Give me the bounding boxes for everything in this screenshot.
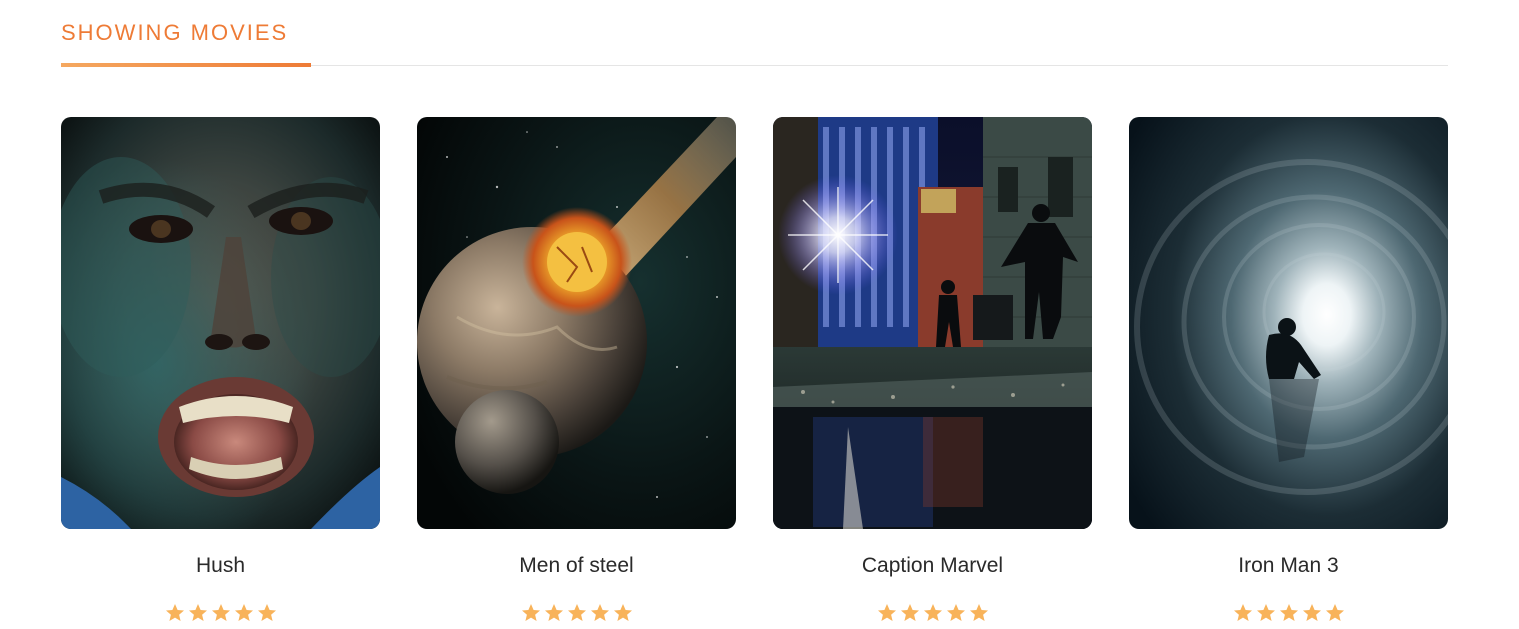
star-icon <box>613 603 633 623</box>
movie-title[interactable]: Iron Man 3 <box>1129 553 1448 579</box>
movie-poster-iron-man-3[interactable] <box>1129 117 1448 529</box>
star-icon <box>234 603 254 623</box>
star-icon <box>1302 603 1322 623</box>
star-icon <box>877 603 897 623</box>
movie-grid: Hush Men of steel Caption Marvel Iron Ma… <box>61 117 1448 629</box>
movie-title[interactable]: Hush <box>61 553 380 579</box>
header-accent-underline <box>61 63 311 67</box>
star-icon <box>590 603 610 623</box>
star-icon <box>1325 603 1345 623</box>
star-icon <box>544 603 564 623</box>
movie-card[interactable]: Hush <box>61 117 380 623</box>
section-title: SHOWING MOVIES <box>61 20 289 45</box>
star-icon <box>1233 603 1253 623</box>
star-rating <box>773 603 1092 623</box>
movie-title[interactable]: Caption Marvel <box>773 553 1092 579</box>
star-rating <box>1129 603 1448 623</box>
screaming-face-poster <box>61 117 380 529</box>
star-rating <box>417 603 736 623</box>
star-icon <box>567 603 587 623</box>
section-header: SHOWING MOVIES <box>61 0 1448 67</box>
star-icon <box>257 603 277 623</box>
showing-movies-section: SHOWING MOVIES Hush Men of steel Caption… <box>61 0 1448 621</box>
star-icon <box>165 603 185 623</box>
star-icon <box>188 603 208 623</box>
movie-poster-hush[interactable] <box>61 117 380 529</box>
tunnel-light-poster <box>1129 117 1448 529</box>
star-icon <box>900 603 920 623</box>
star-icon <box>923 603 943 623</box>
star-icon <box>521 603 541 623</box>
movie-title[interactable]: Men of steel <box>417 553 736 579</box>
movie-poster-caption-marvel[interactable] <box>773 117 1092 529</box>
planet-impact-poster <box>417 117 736 529</box>
movie-card[interactable]: Iron Man 3 <box>1129 117 1448 623</box>
star-rating <box>61 603 380 623</box>
star-icon <box>1279 603 1299 623</box>
movie-card[interactable]: Men of steel <box>417 117 736 623</box>
movie-poster-men-of-steel[interactable] <box>417 117 736 529</box>
star-icon <box>211 603 231 623</box>
star-icon <box>1256 603 1276 623</box>
city-alley-poster <box>773 117 1092 529</box>
movie-card[interactable]: Caption Marvel <box>773 117 1092 623</box>
star-icon <box>946 603 966 623</box>
star-icon <box>969 603 989 623</box>
